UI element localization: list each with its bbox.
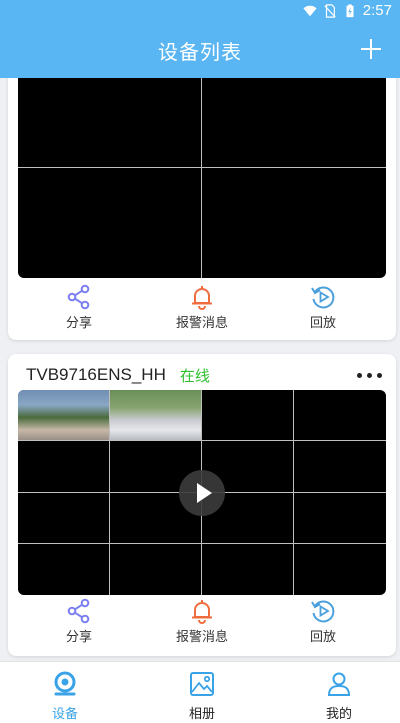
video-channel[interactable] <box>294 544 386 595</box>
video-channel[interactable] <box>110 543 202 595</box>
device-actions: 分享 报警消息 回放 <box>8 598 396 650</box>
alarm-message-label: 报警消息 <box>175 316 228 331</box>
tab-mine[interactable]: 我的 <box>299 670 379 722</box>
status-bar: 2:57 <box>0 0 400 22</box>
share-label: 分享 <box>65 630 92 645</box>
replay-icon <box>311 600 335 623</box>
page-title: 设备列表 <box>158 40 242 64</box>
video-channel[interactable] <box>18 78 202 168</box>
device-card: TVB9716ENS_HH 在线 分享 报警消息 回放 <box>8 354 396 656</box>
share-button[interactable]: 分享 <box>34 598 124 645</box>
tab-label: 设备 <box>51 707 78 722</box>
video-channel[interactable] <box>294 441 386 493</box>
playback-label: 回放 <box>309 316 336 331</box>
playback-button[interactable]: 回放 <box>278 284 368 331</box>
bell-icon <box>192 286 212 310</box>
replay-icon <box>311 286 335 309</box>
device-status: 在线 <box>179 366 210 385</box>
video-channel[interactable] <box>294 390 386 442</box>
bottom-tab-bar: 设备 相册 我的 <box>0 661 400 723</box>
share-label: 分享 <box>65 316 92 331</box>
play-icon[interactable] <box>179 469 225 516</box>
tab-album[interactable]: 相册 <box>162 670 242 722</box>
app-header: 设备列表 <box>0 22 400 78</box>
device-actions: 分享 报警消息 回放 <box>8 284 396 336</box>
device-card: 分享 报警消息 回放 <box>8 78 396 340</box>
share-button[interactable]: 分享 <box>34 284 124 331</box>
video-channel[interactable] <box>202 78 386 168</box>
photo-album-icon <box>190 672 214 696</box>
video-preview[interactable] <box>18 78 386 278</box>
device-list[interactable]: 分享 报警消息 回放 TVB9716ENS_HH 在线 分享 报警消息 回放 <box>0 78 400 661</box>
video-channel[interactable] <box>18 492 110 544</box>
video-channel[interactable] <box>110 390 202 442</box>
status-time: 2:57 <box>362 2 392 19</box>
share-icon <box>67 284 90 310</box>
video-channel[interactable] <box>18 543 110 595</box>
video-channel[interactable] <box>202 168 386 278</box>
video-channel[interactable] <box>202 390 294 442</box>
video-channel[interactable] <box>18 168 202 278</box>
device-header: TVB9716ENS_HH 在线 <box>26 362 382 388</box>
device-name[interactable]: TVB9716ENS_HH <box>26 365 166 385</box>
no-sim-icon <box>324 3 336 18</box>
tab-devices[interactable]: 设备 <box>25 670 105 722</box>
playback-label: 回放 <box>309 630 336 645</box>
video-channel[interactable] <box>18 390 110 442</box>
camera-icon <box>54 671 76 696</box>
user-icon <box>327 672 351 696</box>
video-channel[interactable] <box>202 543 294 595</box>
more-options-icon[interactable] <box>357 365 382 385</box>
alarm-message-button[interactable]: 报警消息 <box>157 598 247 645</box>
alarm-message-label: 报警消息 <box>175 630 228 645</box>
video-channel[interactable] <box>294 493 386 544</box>
battery-charging-icon <box>346 3 354 17</box>
video-channel[interactable] <box>18 441 110 493</box>
tab-label: 相册 <box>188 707 215 722</box>
video-preview[interactable] <box>18 390 386 595</box>
bell-icon <box>192 600 212 624</box>
wifi-icon <box>303 5 317 16</box>
share-icon <box>67 598 90 624</box>
alarm-message-button[interactable]: 报警消息 <box>157 284 247 331</box>
tab-label: 我的 <box>325 707 352 722</box>
playback-button[interactable]: 回放 <box>278 598 368 645</box>
plus-icon[interactable] <box>354 32 388 66</box>
